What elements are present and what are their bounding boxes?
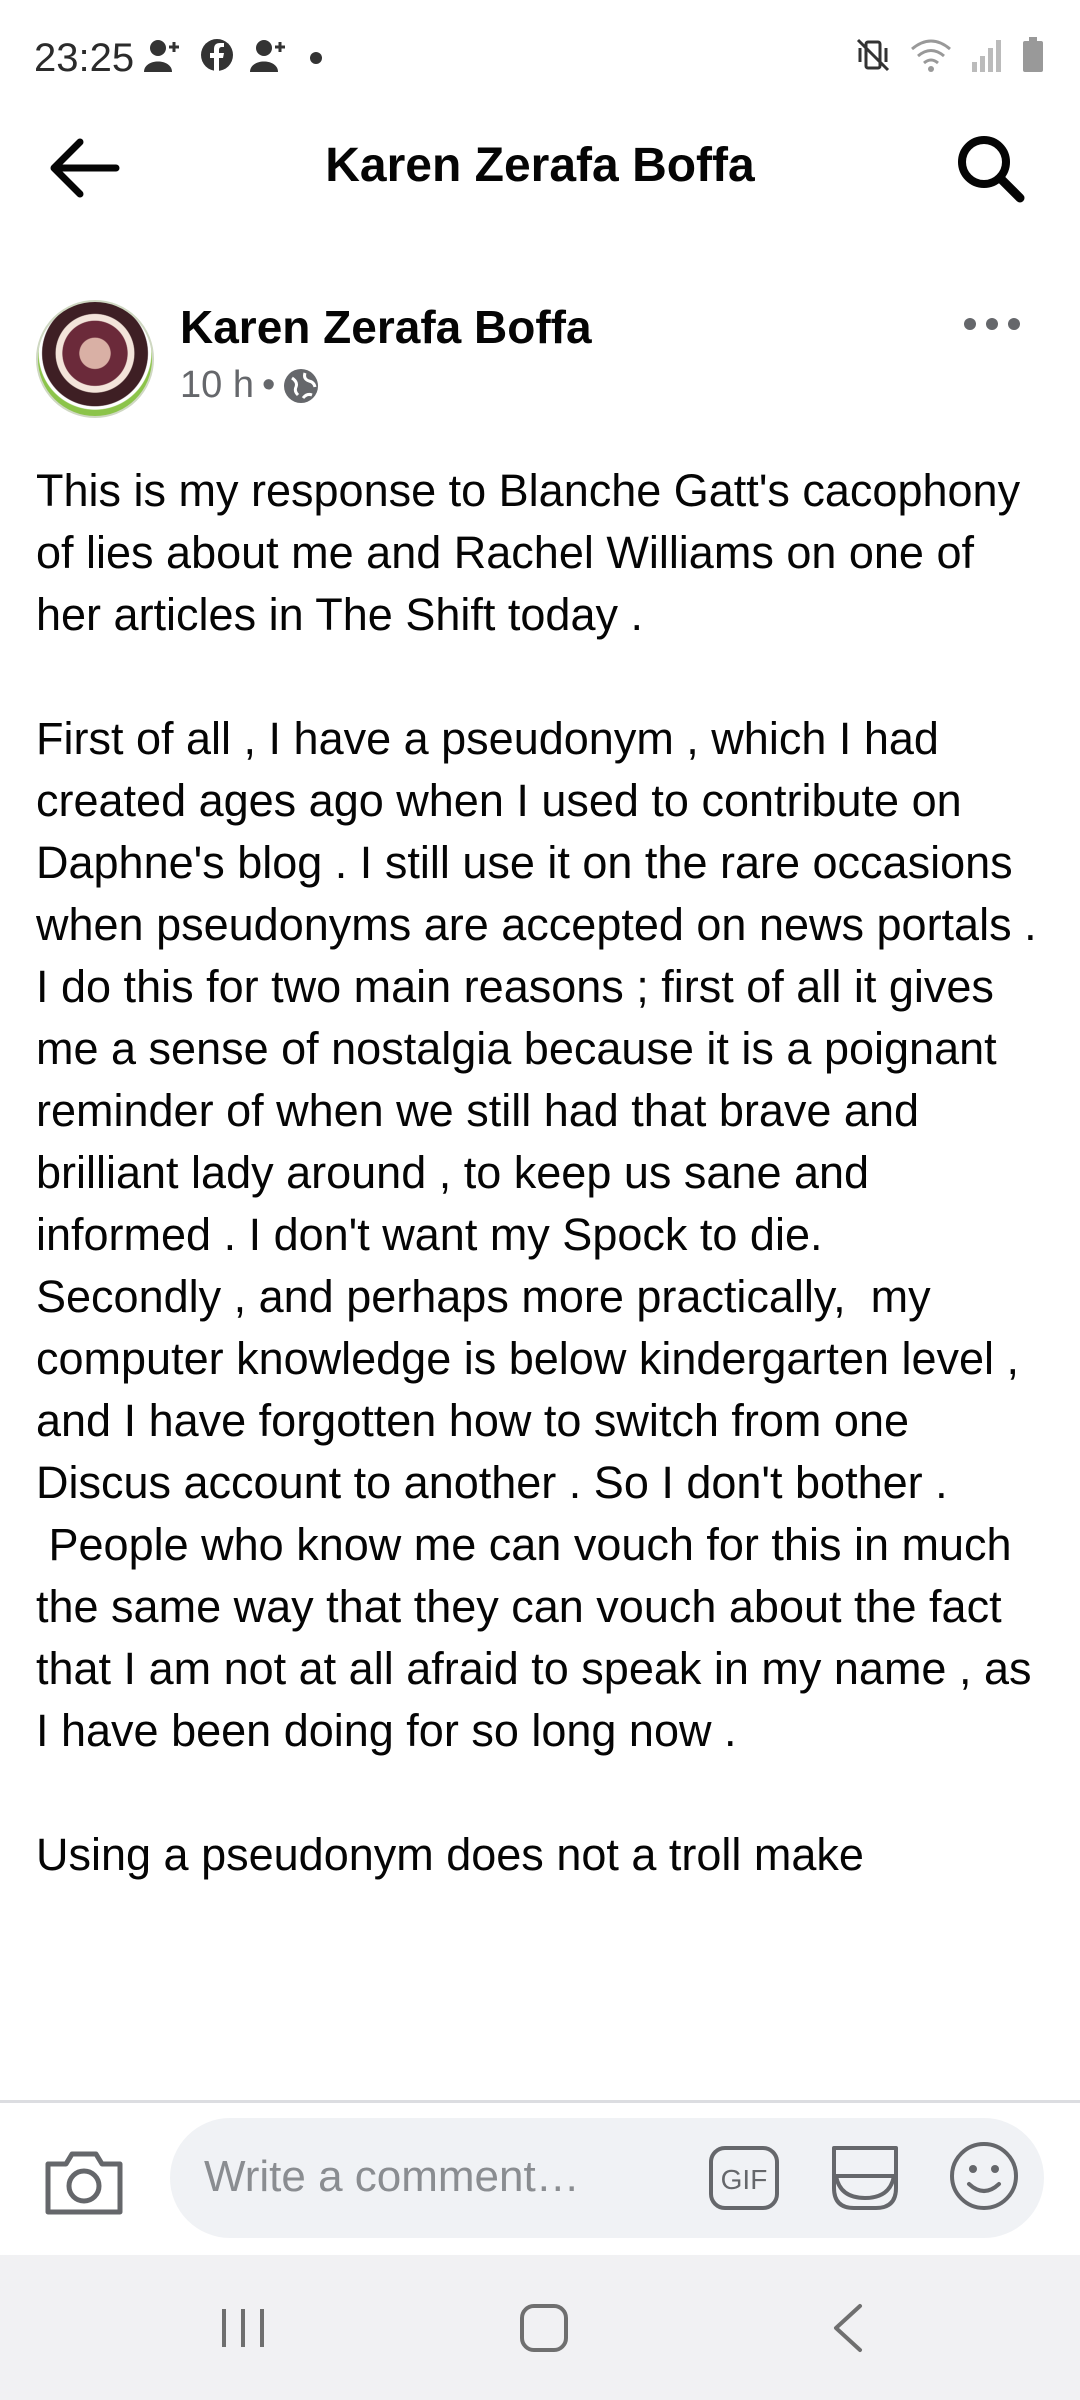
post-body: This is my response to Blanche Gatt's ca… (36, 460, 1046, 2090)
comment-placeholder[interactable]: Write a comment… (204, 2152, 580, 2202)
status-notification-icons (144, 38, 326, 72)
status-system-icons (854, 36, 1044, 74)
post-time[interactable]: 10 h (180, 364, 254, 407)
post-paragraph: This is my response to Blanche Gatt's ca… (36, 465, 1033, 640)
status-time: 23:25 (34, 36, 135, 80)
author-avatar[interactable] (36, 300, 154, 418)
gif-button[interactable]: GIF (708, 2142, 780, 2214)
more-horizontal-icon (964, 318, 1020, 330)
meta-separator: • (261, 364, 276, 406)
gif-label: GIF (721, 2164, 768, 2195)
battery-icon (1023, 37, 1043, 72)
page-title: Karen Zerafa Boffa (325, 139, 755, 192)
post-paragraph: First of all , I have a pseudonym , whic… (36, 713, 1037, 1260)
recent-apps-button[interactable] (218, 2305, 268, 2351)
emoji-icon (950, 2142, 1018, 2210)
post-meta: 10 h • (180, 364, 319, 407)
home-button[interactable] (518, 2302, 570, 2354)
mute-vibrate-icon (856, 38, 890, 72)
emoji-button[interactable] (948, 2140, 1020, 2212)
globe-icon (284, 368, 319, 403)
search-button[interactable] (952, 130, 1028, 206)
camera-button[interactable] (42, 2142, 126, 2218)
camera-icon (45, 2151, 123, 2215)
nav-back-button[interactable] (828, 2300, 868, 2356)
facebook-icon (201, 39, 233, 72)
person-add-icon (250, 40, 285, 72)
post-paragraph: People who know me can vouch for this in… (36, 1519, 1045, 1756)
home-icon (520, 2304, 568, 2352)
wifi-icon (911, 39, 951, 72)
status-bar: 23:25 (0, 0, 1080, 120)
post-paragraph: Secondly , and perhaps more practically,… (36, 1271, 1032, 1508)
sticker-icon (832, 2146, 898, 2210)
signal-icon (972, 40, 1001, 72)
post-paragraph: Using a pseudonym does not a troll make (36, 1829, 864, 1880)
post-options-button[interactable] (960, 306, 1024, 342)
nav-back-icon (834, 2304, 862, 2352)
gif-icon: GIF (709, 2146, 779, 2210)
post-author-name[interactable]: Karen Zerafa Boffa (180, 300, 592, 354)
recent-apps-icon (222, 2309, 264, 2347)
sticker-button[interactable] (826, 2140, 904, 2216)
person-add-icon (144, 40, 179, 72)
dot-icon (310, 52, 322, 64)
search-icon (958, 136, 1025, 203)
